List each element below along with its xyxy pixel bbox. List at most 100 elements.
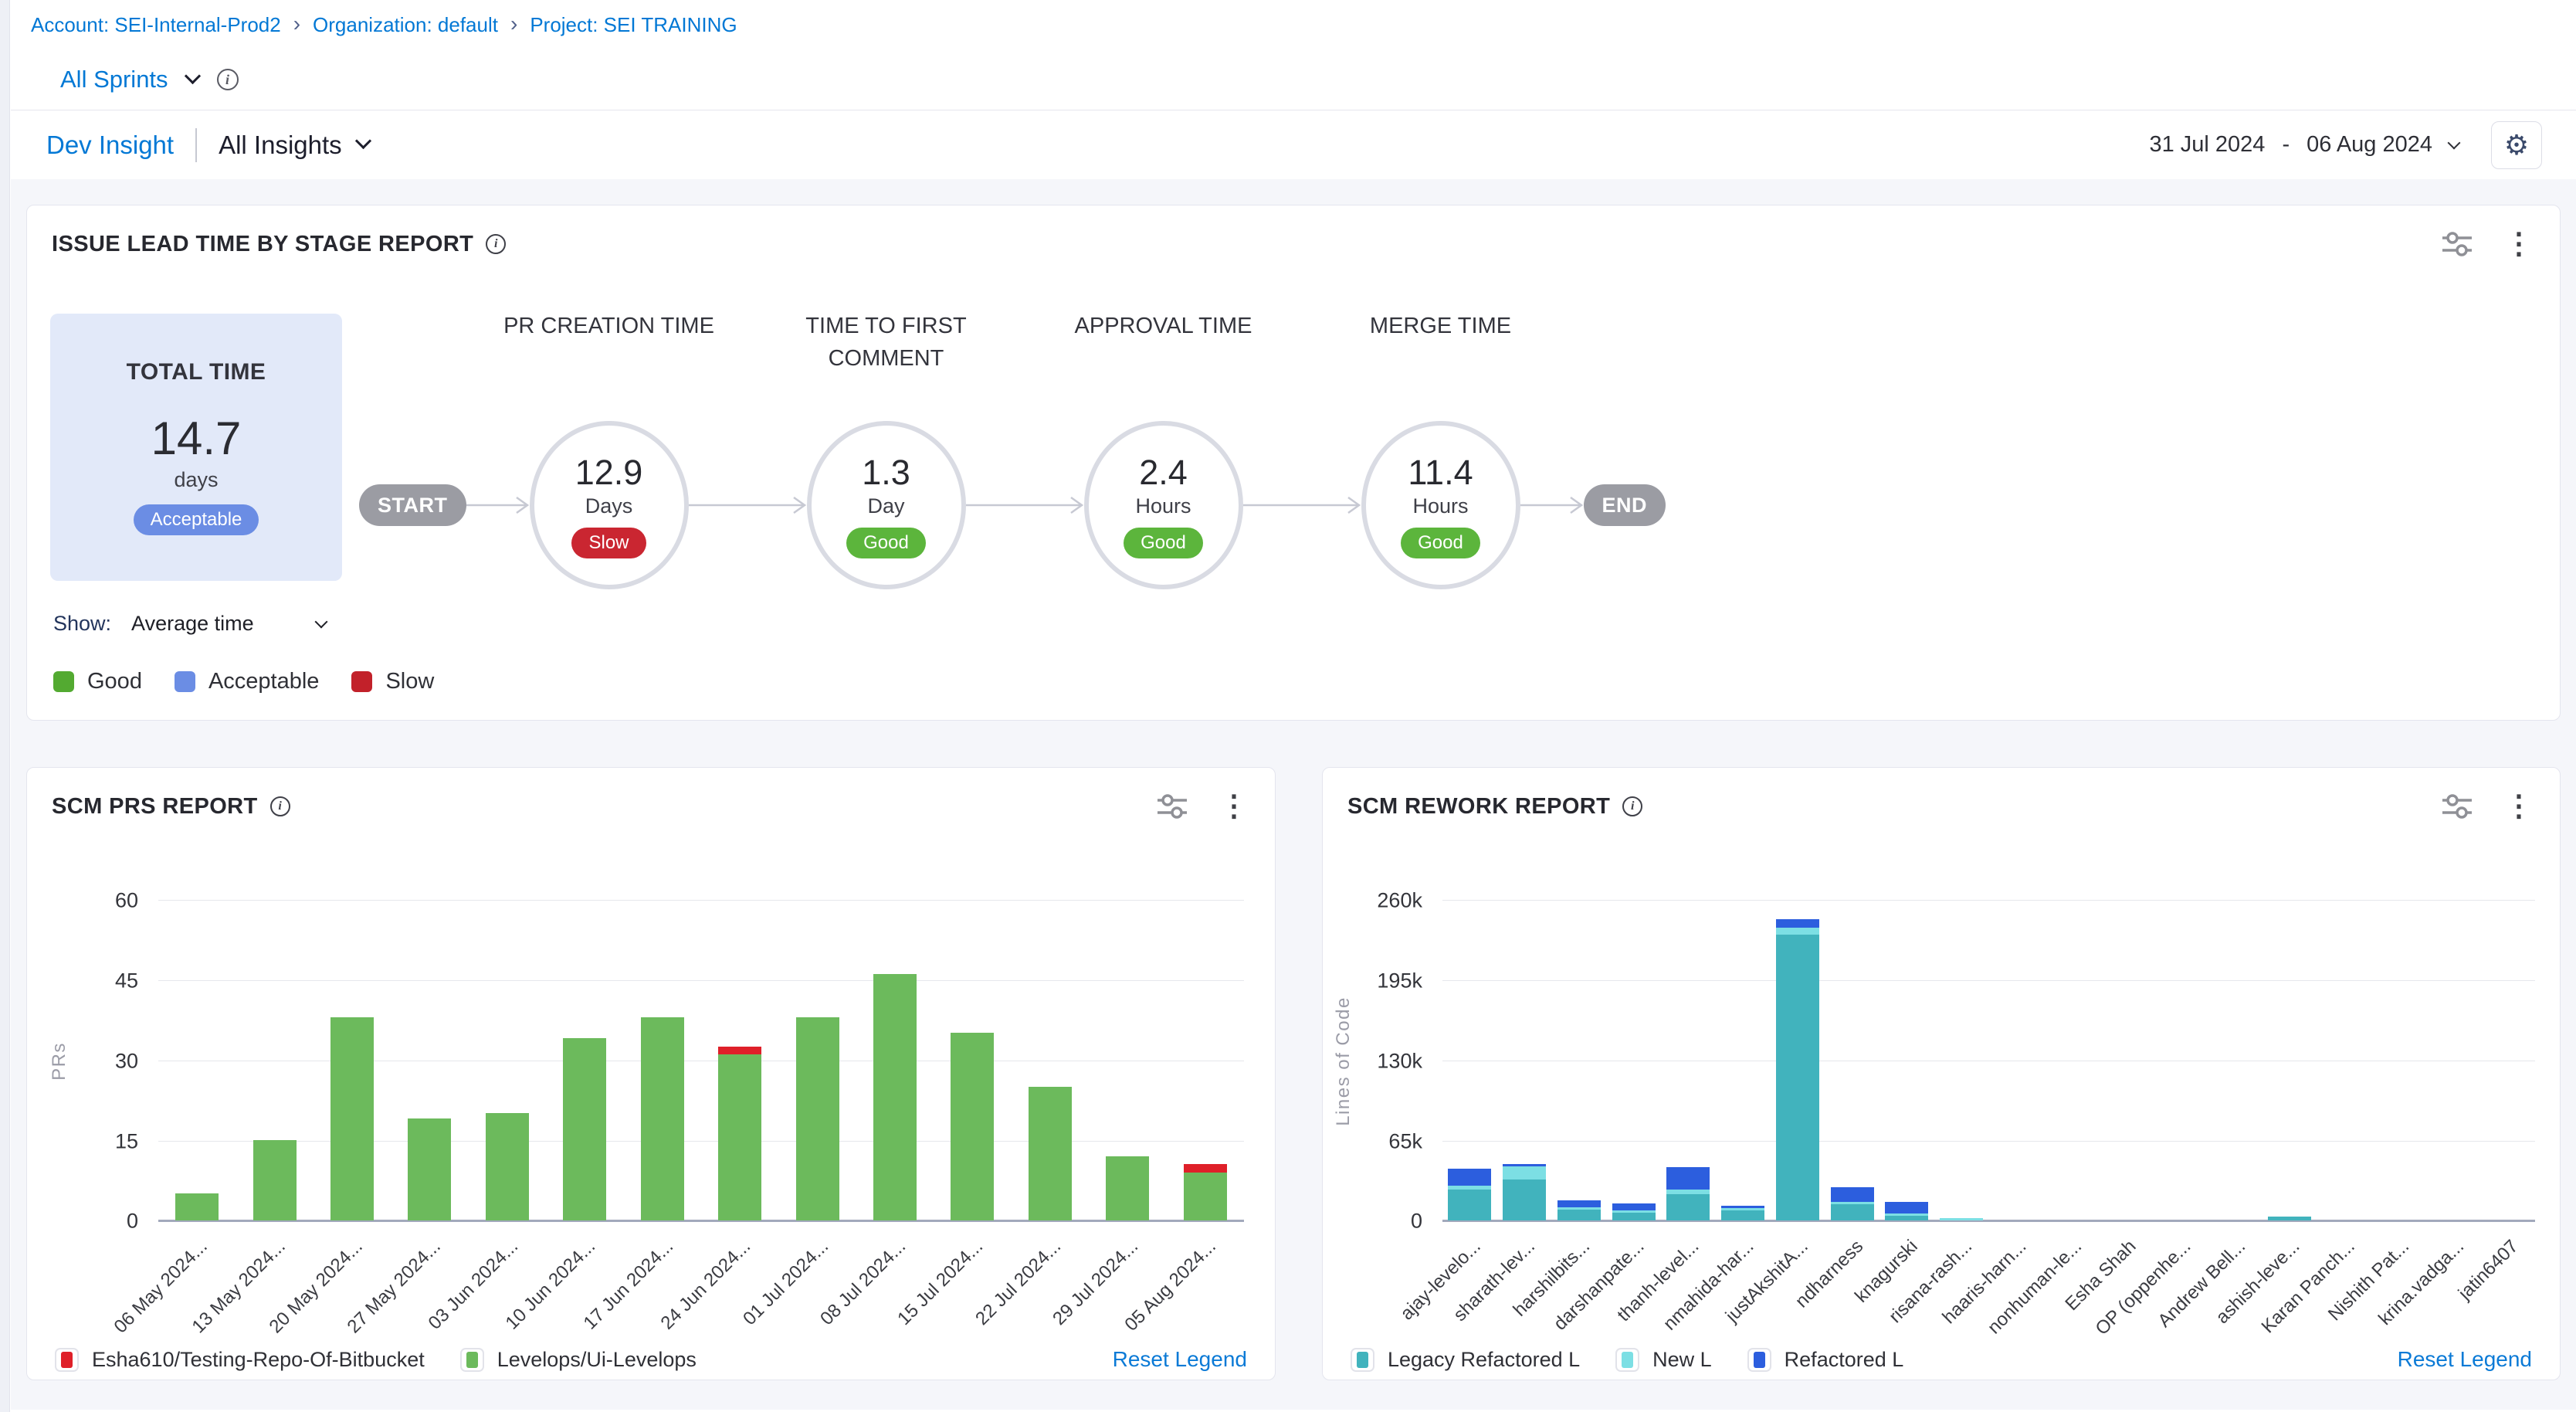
more-menu-icon[interactable]: ⋮: [1219, 792, 1249, 821]
bar-20-may-2024-[interactable]: [330, 1017, 374, 1220]
bar-segment[interactable]: [796, 1017, 839, 1220]
bar-column[interactable]: risana-rash...: [1934, 901, 1989, 1222]
legend-item[interactable]: Slow: [351, 669, 434, 694]
bar-segment[interactable]: [253, 1140, 297, 1220]
bar-segment[interactable]: [1885, 1216, 1928, 1220]
bar-segment[interactable]: [408, 1118, 451, 1220]
bar-segment[interactable]: [175, 1193, 219, 1220]
bar-column[interactable]: 06 May 2024...: [158, 901, 236, 1222]
bar-segment[interactable]: [1184, 1164, 1227, 1172]
bar-column[interactable]: 05 Aug 2024...: [1167, 901, 1244, 1222]
sprint-selector[interactable]: All Sprints: [60, 66, 168, 93]
reset-legend-link[interactable]: Reset Legend: [1113, 1347, 1247, 1372]
bar-segment[interactable]: [1557, 1210, 1601, 1220]
bar-column[interactable]: sharath-lev...: [1497, 901, 1552, 1222]
bar-column[interactable]: ndharness: [1825, 901, 1879, 1222]
info-icon[interactable]: i: [217, 69, 239, 90]
bar-22-jul-2024-[interactable]: [1029, 1087, 1072, 1220]
bar-nmahida-har-[interactable]: [1721, 1206, 1764, 1220]
settings-button[interactable]: ⚙: [2491, 121, 2542, 169]
bar-segment[interactable]: [873, 974, 917, 1220]
info-icon[interactable]: i: [1622, 796, 1642, 816]
bar-column[interactable]: ashish-leve...: [2262, 901, 2317, 1222]
stage-circle[interactable]: 12.9DaysSlow: [530, 421, 689, 589]
bar-ashish-leve-[interactable]: [2268, 1217, 2311, 1220]
bar-justakshita-[interactable]: [1776, 919, 1819, 1220]
legend-checkbox[interactable]: [1615, 1348, 1639, 1372]
legend-item[interactable]: New L: [1615, 1348, 1712, 1372]
bar-column[interactable]: krina.vadga...: [2425, 901, 2480, 1222]
reset-legend-link[interactable]: Reset Legend: [2398, 1347, 2532, 1372]
bar-column[interactable]: 15 Jul 2024...: [934, 901, 1011, 1222]
bar-knagurski[interactable]: [1885, 1202, 1928, 1220]
bar-segment[interactable]: [1666, 1194, 1710, 1220]
bar-06-may-2024-[interactable]: [175, 1193, 219, 1220]
breadcrumb-item[interactable]: Project: SEI TRAINING: [530, 13, 737, 37]
bar-column[interactable]: nonhuman-le...: [2043, 901, 2098, 1222]
bar-segment[interactable]: [1184, 1173, 1227, 1220]
bar-column[interactable]: 29 Jul 2024...: [1089, 901, 1166, 1222]
bar-segment[interactable]: [1666, 1167, 1710, 1190]
bar-column[interactable]: 20 May 2024...: [314, 901, 391, 1222]
bar-column[interactable]: thanh-level...: [1661, 901, 1716, 1222]
bar-risana-rash-[interactable]: [1940, 1218, 1983, 1220]
bar-05-aug-2024-[interactable]: [1184, 1164, 1227, 1220]
bar-15-jul-2024-[interactable]: [951, 1033, 994, 1220]
legend-item[interactable]: Levelops/Ui-Levelops: [460, 1348, 697, 1372]
bar-segment[interactable]: [1831, 1187, 1874, 1202]
show-select[interactable]: Average time: [131, 612, 326, 636]
filter-sliders-icon[interactable]: [2441, 791, 2473, 822]
date-range-picker[interactable]: 31 Jul 2024 - 06 Aug 2024: [2149, 132, 2459, 158]
insight-name-link[interactable]: Dev Insight: [46, 131, 174, 160]
bar-column[interactable]: OP (oppenhe...: [2153, 901, 2208, 1222]
bar-segment[interactable]: [1721, 1210, 1764, 1220]
bar-column[interactable]: knagurski: [1879, 901, 1934, 1222]
bar-harshilbits-[interactable]: [1557, 1200, 1601, 1220]
bar-ajay-levelo-[interactable]: [1448, 1169, 1491, 1220]
legend-item[interactable]: Acceptable: [175, 669, 320, 694]
bar-segment[interactable]: [1612, 1213, 1656, 1220]
bar-segment[interactable]: [1831, 1204, 1874, 1220]
legend-checkbox[interactable]: [460, 1348, 484, 1372]
bar-segment[interactable]: [486, 1113, 529, 1220]
stage-circle[interactable]: 1.3DayGood: [807, 421, 966, 589]
legend-item[interactable]: Legacy Refactored L: [1351, 1348, 1580, 1372]
bar-17-jun-2024-[interactable]: [641, 1017, 684, 1220]
bar-segment[interactable]: [1448, 1190, 1491, 1220]
bar-column[interactable]: Karan Panch...: [2317, 901, 2371, 1222]
bar-segment[interactable]: [1885, 1202, 1928, 1213]
bar-column[interactable]: harshilbits...: [1551, 901, 1606, 1222]
bar-segment[interactable]: [1776, 928, 1819, 935]
bar-thanh-level-[interactable]: [1666, 1167, 1710, 1220]
bar-segment[interactable]: [1503, 1179, 1546, 1220]
bar-column[interactable]: 10 Jun 2024...: [546, 901, 623, 1222]
bar-column[interactable]: 17 Jun 2024...: [624, 901, 701, 1222]
bar-column[interactable]: 13 May 2024...: [236, 901, 313, 1222]
bar-segment[interactable]: [718, 1047, 761, 1054]
stage-circle[interactable]: 2.4HoursGood: [1084, 421, 1243, 589]
bar-column[interactable]: 01 Jul 2024...: [778, 901, 856, 1222]
bar-10-jun-2024-[interactable]: [563, 1038, 606, 1220]
bar-03-jun-2024-[interactable]: [486, 1113, 529, 1220]
bar-segment[interactable]: [1612, 1203, 1656, 1211]
bar-segment[interactable]: [2268, 1217, 2311, 1220]
legend-item[interactable]: Esha610/Testing-Repo-Of-Bitbucket: [55, 1348, 425, 1372]
legend-item[interactable]: Good: [53, 669, 142, 694]
bar-column[interactable]: 08 Jul 2024...: [856, 901, 934, 1222]
more-menu-icon[interactable]: ⋮: [2504, 792, 2534, 821]
bar-column[interactable]: haaris-harn...: [1988, 901, 2043, 1222]
bar-27-may-2024-[interactable]: [408, 1118, 451, 1220]
bar-column[interactable]: Nishith Pat...: [2371, 901, 2426, 1222]
bar-segment[interactable]: [1940, 1218, 1983, 1220]
bar-darshanpate-[interactable]: [1612, 1203, 1656, 1220]
breadcrumb-item[interactable]: Account: SEI-Internal-Prod2: [31, 13, 281, 37]
info-icon[interactable]: i: [270, 796, 290, 816]
breadcrumb-item[interactable]: Organization: default: [313, 13, 498, 37]
bar-24-jun-2024-[interactable]: [718, 1047, 761, 1220]
bar-segment[interactable]: [1106, 1156, 1149, 1220]
bar-segment[interactable]: [330, 1017, 374, 1220]
bar-column[interactable]: ajay-levelo...: [1442, 901, 1497, 1222]
chevron-down-icon[interactable]: [184, 67, 200, 83]
info-icon[interactable]: i: [486, 234, 506, 254]
bar-column[interactable]: nmahida-har...: [1716, 901, 1771, 1222]
